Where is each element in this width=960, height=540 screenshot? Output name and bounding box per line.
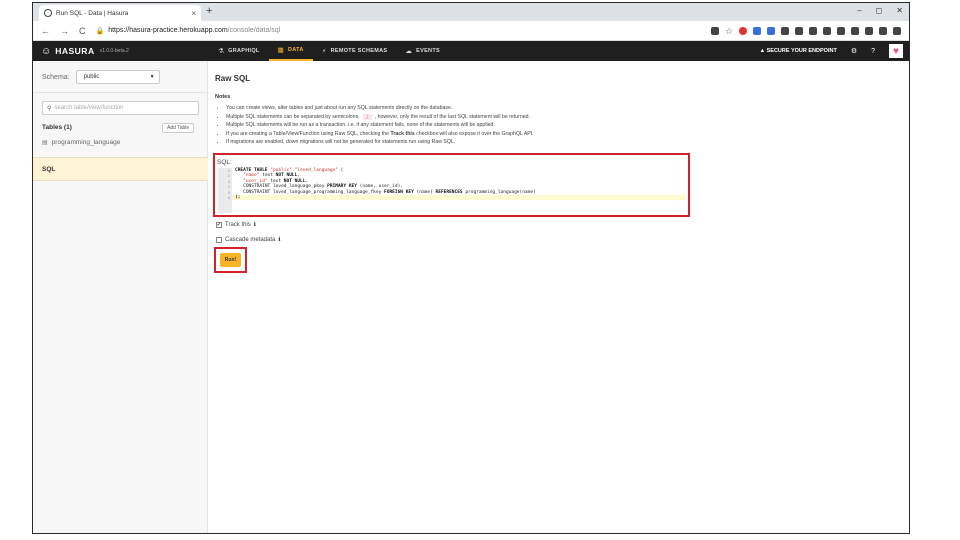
notes-list: You can create views, alter tables and j…	[226, 105, 534, 148]
tab-label: REMOTE SCHEMAS	[330, 48, 388, 54]
translate-icon[interactable]	[710, 26, 719, 35]
track-this-row: ✔ Track this ℹ	[216, 221, 256, 228]
code-line: CONSTRAINT loved_language_programming_la…	[243, 189, 536, 195]
extension-icon[interactable]	[851, 26, 859, 35]
sql-editor-highlight: SQL: 1 2 3 4 5 6 CREATE TABLE "public"."…	[213, 153, 690, 217]
hasura-favicon-icon	[44, 9, 52, 17]
table-icon: ▤	[42, 140, 48, 146]
bookmark-star-icon[interactable]: ☆	[725, 26, 733, 35]
secure-endpoint-link[interactable]: ▲ SECURE YOUR ENDPOINT	[760, 48, 837, 54]
list-item: You can create views, alter tables and j…	[226, 105, 534, 111]
hasura-logo-icon: ☺	[41, 45, 52, 57]
maximize-button[interactable]: ◻	[876, 6, 883, 15]
plug-icon: ⚡	[321, 48, 327, 55]
forward-button[interactable]: →	[60, 26, 69, 36]
tab-title: Run SQL - Data | Hasura	[56, 9, 129, 17]
url-field[interactable]: 🔒 https://hasura-practice.herokuapp.com …	[96, 27, 281, 35]
list-item: If you are creating a Table/View/Functio…	[226, 131, 534, 137]
extension-icon[interactable]	[795, 26, 803, 35]
gear-icon[interactable]: ⚙	[851, 47, 857, 55]
heart-icon[interactable]: ♥	[889, 44, 903, 58]
back-button[interactable]: ←	[41, 26, 50, 36]
brand-name: HASURA	[55, 46, 95, 56]
info-icon[interactable]: ℹ	[278, 236, 280, 243]
flask-icon: ⚗	[218, 48, 225, 55]
tab-label: DATA	[288, 47, 304, 53]
sidebar-item-sql[interactable]: SQL	[33, 157, 208, 181]
extension-icon[interactable]	[739, 26, 747, 35]
help-icon[interactable]: ?	[871, 48, 875, 55]
line-gutter: 1 2 3 4 5 6	[218, 168, 232, 213]
schema-value: public	[83, 74, 100, 80]
track-this-checkbox[interactable]: ✔	[216, 221, 222, 228]
extension-icon[interactable]	[809, 26, 817, 35]
window-controls: – ◻ ✕	[857, 6, 903, 15]
sidebar: Schema: public ▼ ⚲ search table/view/fun…	[33, 61, 208, 533]
run-button-highlight: Run!	[214, 247, 247, 273]
add-table-button[interactable]: Add Table	[162, 123, 195, 133]
run-button[interactable]: Run!	[220, 253, 241, 267]
browser-tab-bar: Run SQL - Data | Hasura × + – ◻ ✕	[33, 3, 909, 21]
extension-icon[interactable]	[753, 26, 761, 35]
track-this-label: Track this	[225, 221, 251, 228]
tab-data[interactable]: ▦ DATA	[268, 41, 313, 61]
tab-label: GRAPHIQL	[228, 48, 260, 54]
close-window-button[interactable]: ✕	[896, 6, 903, 15]
sidebar-item-programming-language[interactable]: ▤ programming_language	[42, 139, 120, 146]
version-label: v1.0.0-beta.2	[99, 48, 129, 54]
hasura-logo[interactable]: ☺ HASURA v1.0.0-beta.2	[33, 46, 209, 57]
list-item: Multiple SQL statements will be run as a…	[226, 122, 534, 128]
browser-window: Run SQL - Data | Hasura × + – ◻ ✕ ← → C …	[32, 2, 910, 534]
menu-icon[interactable]	[893, 26, 901, 35]
code-line: );	[235, 194, 241, 200]
info-icon[interactable]: ℹ	[254, 221, 256, 228]
list-item: If migrations are enabled, down migratio…	[226, 139, 534, 145]
address-bar: ← → C 🔒 https://hasura-practice.herokuap…	[33, 21, 909, 41]
url-host: https://hasura-practice.herokuapp.com	[108, 27, 228, 34]
extension-icon[interactable]	[865, 26, 873, 35]
cascade-metadata-label: Cascade metadata	[225, 236, 276, 243]
schema-select[interactable]: public ▼	[75, 70, 160, 84]
cascade-metadata-checkbox[interactable]	[216, 236, 222, 243]
extension-icon[interactable]	[767, 26, 775, 35]
cloud-icon: ☁	[405, 48, 413, 55]
page-title: Raw SQL	[215, 74, 251, 83]
url-path: /console/data/sql	[227, 27, 281, 34]
tab-remote-schemas[interactable]: ⚡ REMOTE SCHEMAS	[313, 41, 397, 61]
sql-editor[interactable]: 1 2 3 4 5 6 CREATE TABLE "public"."loved…	[218, 168, 686, 213]
tab-label: EVENTS	[416, 48, 440, 54]
search-icon: ⚲	[47, 105, 52, 112]
extension-bar: ☆	[710, 26, 901, 35]
main-nav: ⚗ GRAPHIQL ▦ DATA ⚡ REMOTE SCHEMAS ☁ EVE…	[209, 41, 449, 61]
extension-icon[interactable]	[837, 26, 845, 35]
list-item: Multiple SQL statements can be separated…	[226, 113, 534, 120]
profile-icon[interactable]	[879, 26, 887, 35]
sql-code: CREATE TABLE "public"."loved_language" (…	[235, 168, 536, 200]
search-input[interactable]: ⚲ search table/view/function	[42, 101, 199, 115]
cascade-metadata-row: Cascade metadata ℹ	[216, 236, 281, 243]
table-item-label: programming_language	[51, 139, 121, 146]
minimize-button[interactable]: –	[857, 6, 861, 15]
tab-close-icon[interactable]: ×	[191, 9, 196, 18]
extension-icon[interactable]	[781, 26, 789, 35]
reload-button[interactable]: C	[79, 26, 86, 36]
lock-icon: 🔒	[95, 27, 105, 35]
sql-label: SQL:	[217, 159, 232, 166]
tab-events[interactable]: ☁ EVENTS	[396, 41, 449, 61]
semicolon-code: ;	[362, 113, 372, 120]
chevron-down-icon: ▼	[149, 74, 155, 80]
notes-heading: Notes	[215, 94, 231, 100]
main-content: Raw SQL Notes You can create views, alte…	[209, 61, 909, 533]
hasura-header: ☺ HASURA v1.0.0-beta.2 ⚗ GRAPHIQL ▦ DATA…	[33, 41, 909, 61]
browser-tab[interactable]: Run SQL - Data | Hasura ×	[39, 5, 201, 21]
schema-label: Schema:	[42, 73, 70, 81]
tab-graphiql[interactable]: ⚗ GRAPHIQL	[209, 41, 269, 61]
tables-heading: Tables (1)	[42, 124, 72, 131]
new-tab-button[interactable]: +	[206, 5, 212, 17]
divider	[33, 92, 208, 93]
search-placeholder: search table/view/function	[54, 105, 124, 111]
extension-icon[interactable]	[823, 26, 831, 35]
database-icon: ▦	[277, 47, 285, 54]
